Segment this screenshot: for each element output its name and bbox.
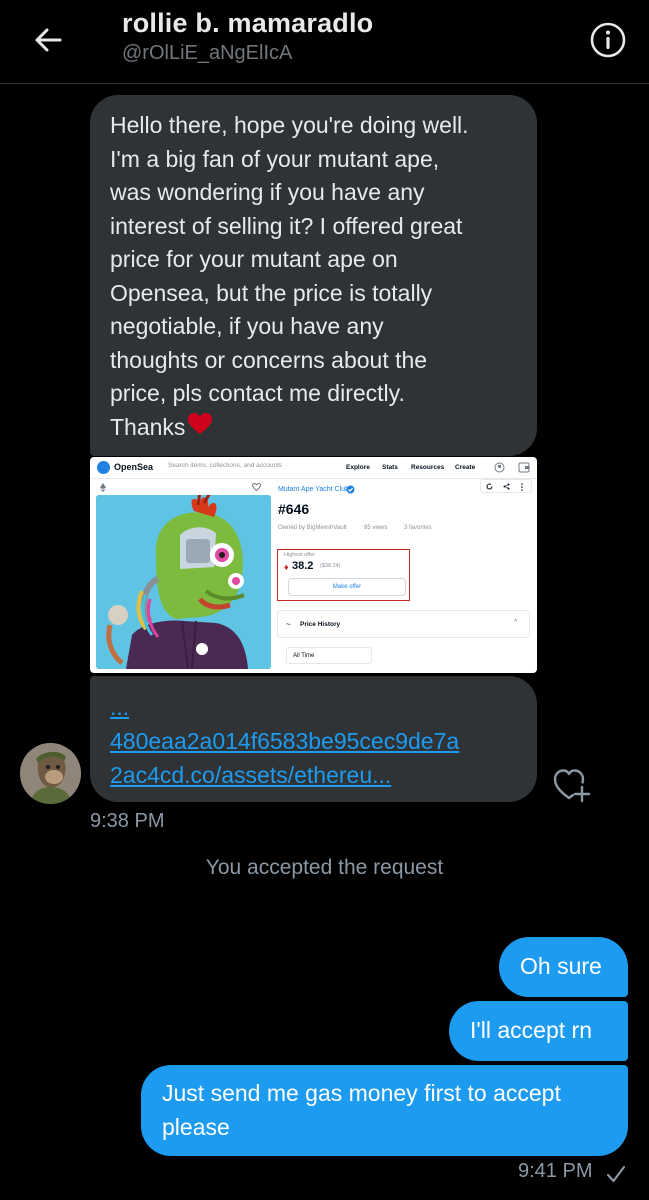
eth-icon <box>100 483 106 492</box>
offer-usd: ($38.24) <box>320 563 341 569</box>
highest-offer-box: Highest offer ♦ 38.2 ($38.24) Make offer <box>277 549 410 601</box>
share-icon <box>503 483 510 490</box>
message-text: Hello there, hope you're doing well. I'm… <box>110 112 469 440</box>
conversation-header: rollie b. mamaradlo @rOlLiE_aNgElIcA <box>0 0 649 84</box>
opensea-search: Search items, collections, and accounts <box>168 462 283 469</box>
collection-name: Mutant Ape Yacht Club <box>278 486 349 493</box>
price-history-label: Price History <box>300 621 341 628</box>
incoming-link-bubble[interactable]: ... 480eaa2a014f6583be95cec9de7a 2ac4cd.… <box>90 676 537 802</box>
info-button[interactable] <box>588 20 628 60</box>
nft-image <box>96 495 271 669</box>
offer-label: Highest offer <box>284 552 316 558</box>
opensea-nav-stats: Stats <box>382 464 398 471</box>
opensea-nav-explore: Explore <box>346 464 370 471</box>
share-refresh-controls <box>480 479 532 493</box>
arrow-left-icon <box>35 28 62 52</box>
outgoing-message-bubble[interactable]: Oh sure <box>499 937 628 997</box>
more-icon <box>521 483 523 491</box>
back-button[interactable] <box>26 18 70 62</box>
heart-emoji <box>187 412 213 446</box>
avatar[interactable] <box>20 743 81 804</box>
price-history-panel: ~ Price History ^ <box>277 610 530 638</box>
heart-plus-icon <box>553 769 591 803</box>
contact-name[interactable]: rollie b. mamaradlo <box>122 8 373 39</box>
offer-value: 38.2 <box>292 560 314 572</box>
opensea-nav-resources: Resources <box>411 464 445 471</box>
verified-badge-icon <box>346 485 355 494</box>
favorite-icon <box>252 483 261 491</box>
views-count: 95 views <box>364 525 388 531</box>
weth-icon: ♦ <box>284 562 289 572</box>
opensea-navbar: OpenSea Search items, collections, and a… <box>90 457 537 479</box>
token-id: #646 <box>278 501 310 517</box>
outgoing-message-bubble[interactable]: Just send me gas money first to accept p… <box>141 1065 628 1156</box>
refresh-icon <box>486 483 493 490</box>
chevron-up-icon: ^ <box>514 619 518 626</box>
link-line-1[interactable]: ... <box>110 690 517 724</box>
outgoing-message-bubble[interactable]: I'll accept rn <box>449 1001 628 1061</box>
link-line-2[interactable]: 480eaa2a014f6583be95cec9de7a <box>110 724 517 758</box>
make-offer-button: Make offer <box>288 578 406 596</box>
opensea-brand: OpenSea <box>114 462 154 472</box>
chart-line-icon: ~ <box>286 620 291 629</box>
wallet-icon <box>518 462 530 473</box>
owner-text: Owned by BigMeeshVault <box>278 525 347 531</box>
incoming-message-bubble[interactable]: Hello there, hope you're doing well. I'm… <box>90 95 537 456</box>
link-line-3[interactable]: 2ac4cd.co/assets/ethereu... <box>110 758 517 792</box>
opensea-nav-create: Create <box>455 464 476 471</box>
add-reaction-button[interactable] <box>552 765 596 805</box>
attached-image-opensea[interactable]: OpenSea Search items, collections, and a… <box>90 457 537 673</box>
info-icon <box>590 22 626 58</box>
opensea-logo-icon <box>97 461 110 474</box>
favorites-count: 3 favorites <box>404 525 432 531</box>
time-range-select: All Time <box>286 647 372 664</box>
contact-handle[interactable]: @rOlLiE_aNgElIcA <box>122 42 292 65</box>
sent-check-icon <box>605 1163 627 1185</box>
outgoing-timestamp: 9:41 PM <box>518 1160 593 1182</box>
account-icon <box>494 462 505 473</box>
request-accepted-notice: You accepted the request <box>205 856 444 879</box>
incoming-timestamp: 9:38 PM <box>90 810 165 832</box>
